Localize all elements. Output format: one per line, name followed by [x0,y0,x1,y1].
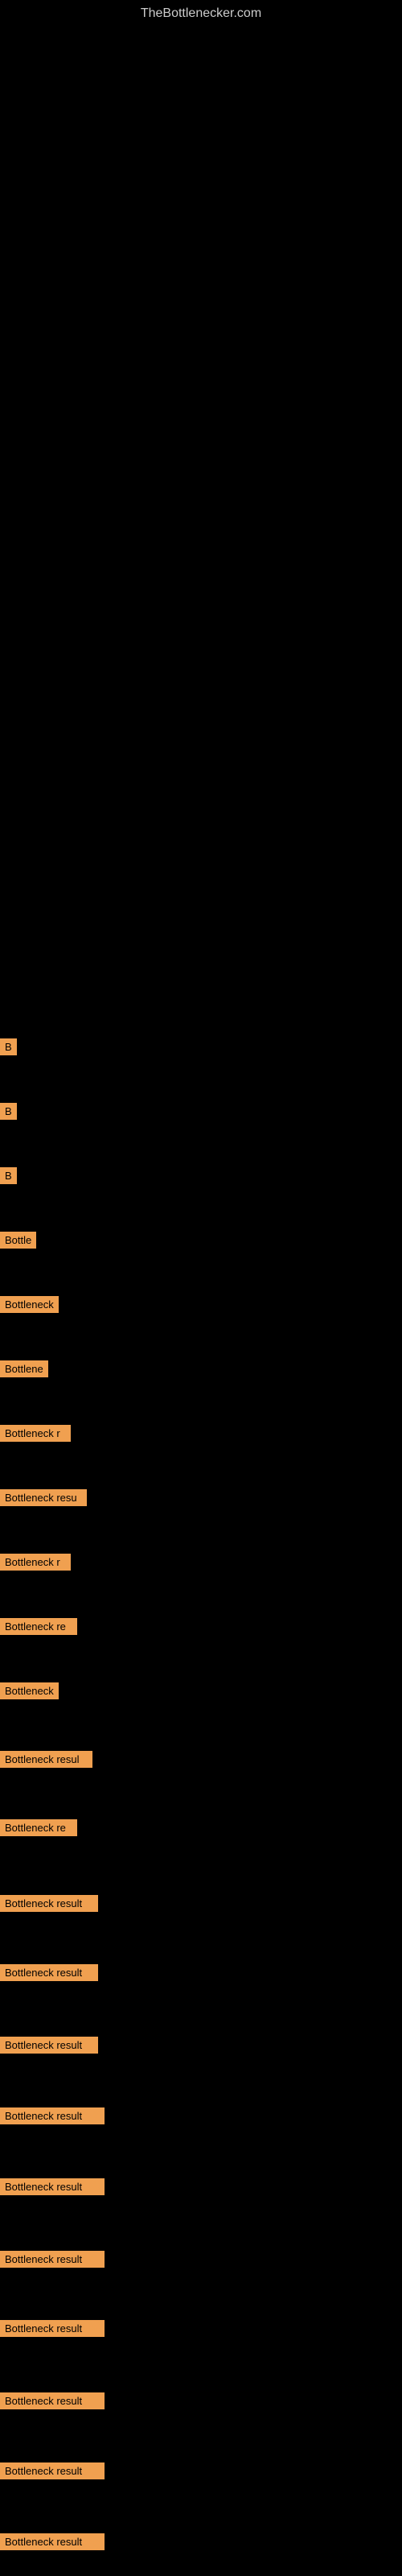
bottleneck-result-14: Bottleneck result [0,1895,98,1930]
bottleneck-result-9: Bottleneck r [0,1554,71,1588]
bottleneck-result-1: B [0,1038,17,1073]
bottleneck-label-5: Bottleneck [0,1296,59,1313]
bottleneck-result-16: Bottleneck result [0,2037,98,2071]
bottleneck-result-17: Bottleneck result [0,2107,105,2142]
bottleneck-label-7: Bottleneck r [0,1425,71,1442]
bottleneck-label-18: Bottleneck result [0,2178,105,2195]
bottleneck-result-5: Bottleneck [0,1296,59,1331]
bottleneck-result-13: Bottleneck re [0,1819,77,1854]
bottleneck-label-6: Bottlene [0,1360,48,1377]
bottleneck-result-3: B [0,1167,17,1202]
bottleneck-label-1: B [0,1038,17,1055]
bottleneck-label-22: Bottleneck result [0,2462,105,2479]
bottleneck-result-15: Bottleneck result [0,1964,98,1999]
bottleneck-result-22: Bottleneck result [0,2462,105,2497]
bottleneck-label-15: Bottleneck result [0,1964,98,1981]
bottleneck-label-11: Bottleneck [0,1682,59,1699]
bottleneck-result-11: Bottleneck [0,1682,59,1717]
bottleneck-label-8: Bottleneck resu [0,1489,87,1506]
bottleneck-label-20: Bottleneck result [0,2320,105,2337]
bottleneck-label-23: Bottleneck result [0,2533,105,2550]
bottleneck-result-19: Bottleneck result [0,2251,105,2285]
bottleneck-result-10: Bottleneck re [0,1618,77,1653]
bottleneck-result-20: Bottleneck result [0,2320,105,2355]
bottleneck-result-18: Bottleneck result [0,2178,105,2213]
bottleneck-result-2: B [0,1103,17,1137]
bottleneck-label-14: Bottleneck result [0,1895,98,1912]
bottleneck-label-13: Bottleneck re [0,1819,77,1836]
bottleneck-result-4: Bottle [0,1232,36,1266]
bottleneck-result-7: Bottleneck r [0,1425,71,1459]
bottleneck-label-21: Bottleneck result [0,2392,105,2409]
bottleneck-label-12: Bottleneck resul [0,1751,92,1768]
bottleneck-label-17: Bottleneck result [0,2107,105,2124]
bottleneck-label-3: B [0,1167,17,1184]
bottleneck-label-9: Bottleneck r [0,1554,71,1571]
bottleneck-result-8: Bottleneck resu [0,1489,87,1524]
bottleneck-label-2: B [0,1103,17,1120]
bottleneck-label-19: Bottleneck result [0,2251,105,2268]
bottleneck-result-21: Bottleneck result [0,2392,105,2427]
bottleneck-label-10: Bottleneck re [0,1618,77,1635]
site-title: TheBottlenecker.com [0,0,402,24]
bottleneck-label-16: Bottleneck result [0,2037,98,2054]
bottleneck-label-4: Bottle [0,1232,36,1249]
bottleneck-result-12: Bottleneck resul [0,1751,92,1785]
bottleneck-result-23: Bottleneck result [0,2533,105,2568]
bottleneck-result-6: Bottlene [0,1360,48,1395]
